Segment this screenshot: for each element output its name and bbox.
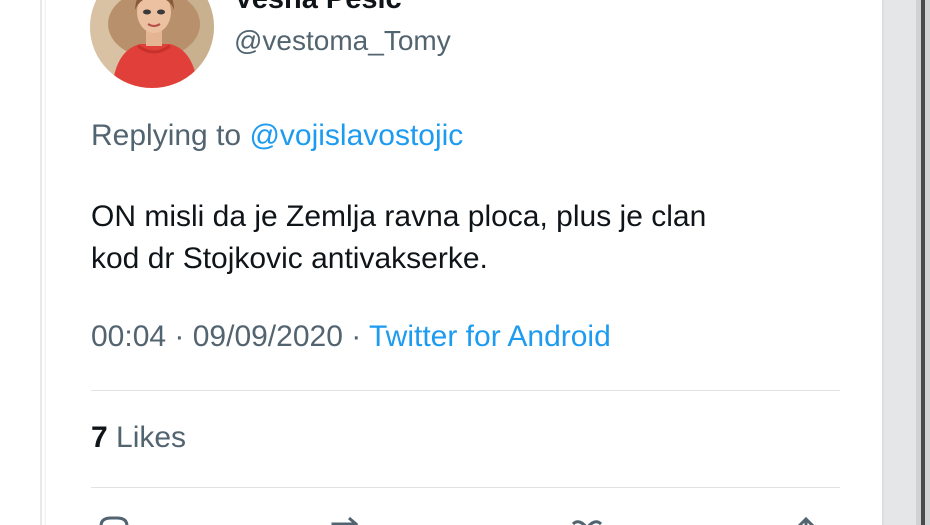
- tweet-source-link[interactable]: Twitter for Android: [369, 320, 611, 353]
- divider: [91, 487, 840, 488]
- divider: [91, 390, 840, 391]
- reply-mention-link[interactable]: @vojislavostojic: [249, 119, 463, 152]
- author-display-name[interactable]: Vesna Pesic: [234, 0, 402, 16]
- retweet-icon[interactable]: [329, 516, 369, 525]
- tweet-text: ON misli da je Zemlja ravna ploca, plus …: [91, 196, 861, 280]
- like-icon[interactable]: [569, 516, 605, 525]
- likes-label: Likes: [107, 421, 187, 454]
- tweet-text-line: kod dr Stojkovic antivakserke.: [91, 242, 488, 275]
- replying-to: Replying to @vojislavostojic: [91, 119, 463, 153]
- right-margin: [916, 0, 930, 525]
- chevron-down-icon[interactable]: [812, 0, 832, 4]
- likes-count: 7: [91, 421, 108, 454]
- tweet-timestamp[interactable]: 00:04 · 09/09/2020 ·: [91, 320, 369, 353]
- tweet-text-line: ON misli da je Zemlja ravna ploca, plus …: [91, 200, 707, 233]
- tweet-meta: 00:04 · 09/09/2020 · Twitter for Android: [91, 320, 611, 354]
- author-handle[interactable]: @vestoma_Tomy: [234, 25, 451, 57]
- left-margin: [0, 0, 46, 525]
- share-icon[interactable]: [791, 516, 821, 525]
- right-border: [921, 0, 925, 525]
- left-border: [40, 0, 42, 525]
- screenshot-frame: Vesna Pesic @vestoma_Tomy Replying to @v…: [0, 0, 930, 525]
- likes-stat[interactable]: 7 Likes: [91, 421, 186, 455]
- action-bar: [91, 508, 840, 525]
- reply-icon[interactable]: [95, 516, 129, 525]
- replying-to-label: Replying to: [91, 119, 250, 152]
